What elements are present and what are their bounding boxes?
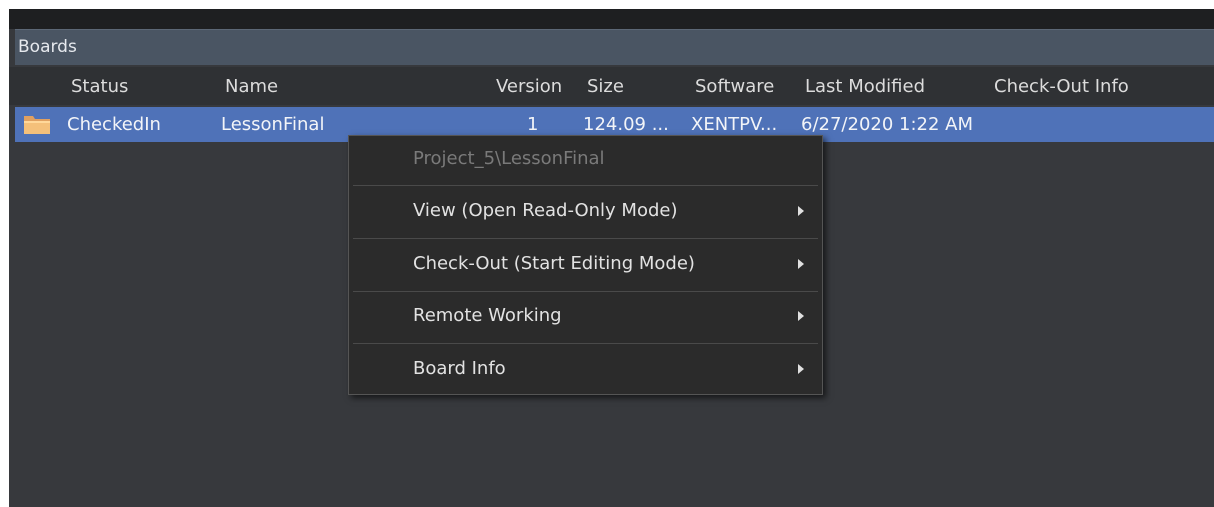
row-version: 1 [527,114,539,135]
folder-icon [24,116,50,134]
submenu-arrow-icon [798,259,804,269]
column-header-checkout-info[interactable]: Check-Out Info [994,76,1129,97]
context-menu: Project_5\LessonFinal View (Open Read-On… [348,135,823,395]
column-header-name[interactable]: Name [225,76,278,97]
menu-item-label: View (Open Read-Only Mode) [413,200,678,221]
column-header-status[interactable]: Status [71,76,128,97]
column-header-size[interactable]: Size [587,76,624,97]
menu-item-check-out[interactable]: Check-Out (Start Editing Mode) [349,239,822,291]
panel-header: Boards [15,29,1214,65]
column-header-version[interactable]: Version [496,76,562,97]
menu-item-label: Board Info [413,358,506,379]
submenu-arrow-icon [798,206,804,216]
context-menu-path: Project_5\LessonFinal [413,148,605,169]
submenu-arrow-icon [798,311,804,321]
row-name: LessonFinal [221,114,325,135]
submenu-arrow-icon [798,364,804,374]
menu-item-board-info[interactable]: Board Info [349,344,822,396]
table-header: Status Name Version Size Software Last M… [9,67,1214,105]
panel-title: Boards [18,37,77,57]
column-header-software[interactable]: Software [695,76,774,97]
menu-item-label: Remote Working [413,305,562,326]
column-header-last-modified[interactable]: Last Modified [805,76,925,97]
menu-item-remote-working[interactable]: Remote Working [349,291,822,343]
top-toolbar-strip [9,9,1214,29]
row-last-modified: 6/27/2020 1:22 AM [801,114,974,135]
row-size: 124.09 ... [583,114,669,135]
menu-item-view[interactable]: View (Open Read-Only Mode) [349,186,822,238]
row-software: XENTPV... [691,114,778,135]
menu-item-label: Check-Out (Start Editing Mode) [413,253,695,274]
row-status: CheckedIn [67,114,161,135]
boards-window: Boards Status Name Version Size Software… [9,9,1214,507]
